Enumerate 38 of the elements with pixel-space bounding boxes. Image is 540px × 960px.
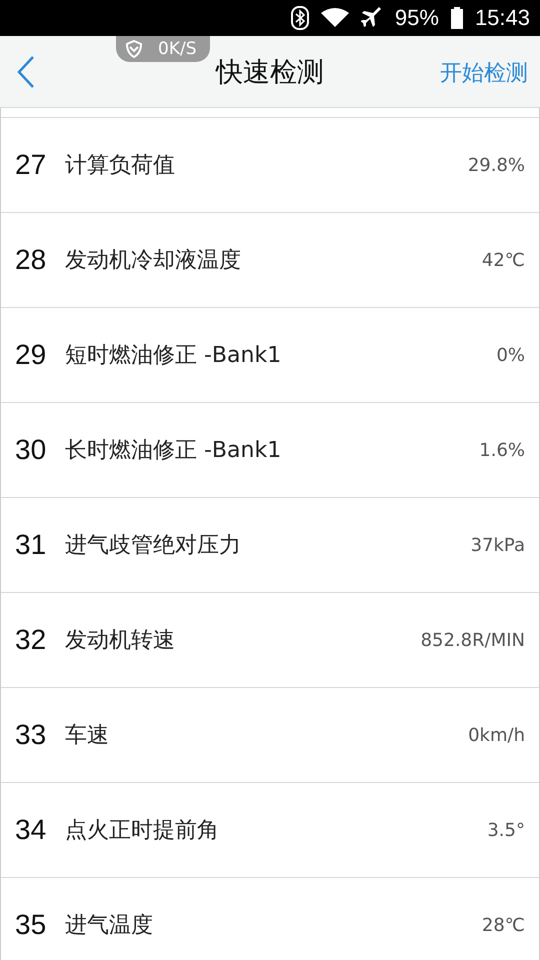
parameter-value: 0km/h	[468, 724, 525, 746]
parameter-value: 42℃	[482, 250, 525, 270]
parameter-value: 1.6%	[479, 440, 525, 460]
bluetooth-icon	[290, 6, 309, 30]
parameter-value: 29.8%	[468, 154, 525, 176]
parameter-name: 发动机转速	[65, 627, 176, 655]
parameter-name: 车速	[65, 722, 110, 750]
page-title: 快速检测	[216, 56, 324, 90]
airplane-icon	[360, 7, 383, 29]
parameter-value: 0%	[496, 344, 525, 366]
shield-icon	[124, 39, 144, 59]
row-number: 33	[15, 719, 48, 751]
speed-text: 0K/S	[158, 39, 196, 59]
battery-icon	[450, 7, 463, 29]
row-number: 29	[15, 339, 48, 371]
row-number: 28	[15, 244, 48, 276]
start-test-link[interactable]: 开始检测	[440, 58, 528, 88]
clock: 15:43	[474, 5, 530, 31]
parameter-name: 短时燃油修正 -Bank1	[65, 342, 282, 370]
parameter-name: 长时燃油修正 -Bank1	[65, 437, 282, 465]
battery-percent: 95%	[394, 5, 439, 31]
parameter-name: 点火正时提前角	[65, 817, 220, 845]
row-number: 30	[15, 434, 48, 466]
row-number: 31	[15, 529, 48, 561]
parameter-name: 发动机冷却液温度	[65, 247, 242, 275]
parameter-name: 计算负荷值	[65, 152, 176, 180]
wifi-icon	[320, 8, 349, 28]
parameter-value: 852.8R/MIN	[420, 630, 525, 650]
parameter-value: 28℃	[482, 914, 525, 936]
parameter-name: 进气歧管绝对压力	[65, 532, 242, 560]
row-number: 34	[15, 814, 48, 846]
parameter-value: 37kPa	[470, 534, 525, 556]
row-number: 32	[15, 624, 48, 656]
row-number: 27	[15, 149, 48, 181]
parameter-name: 进气温度	[65, 912, 154, 940]
row-number: 35	[15, 909, 48, 941]
parameter-value: 3.5°	[487, 820, 525, 840]
back-icon[interactable]	[16, 55, 36, 89]
